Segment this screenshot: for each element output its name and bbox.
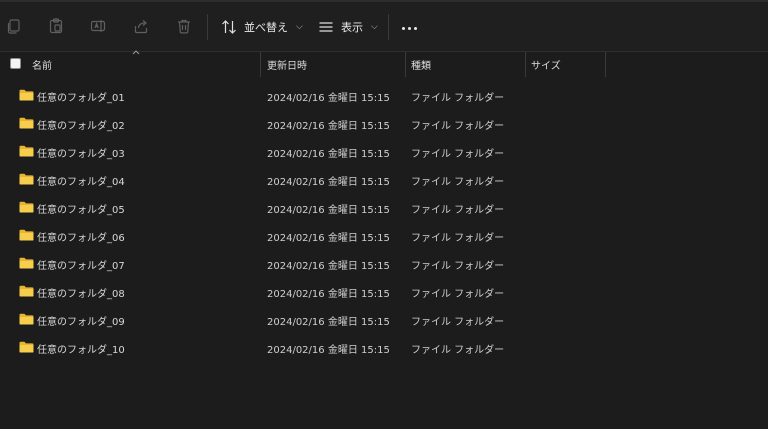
file-modified: 2024/02/16 金曜日 15:15	[267, 121, 390, 132]
folder-icon	[19, 89, 34, 101]
file-type: ファイル フォルダー	[411, 93, 505, 104]
folder-icon	[19, 313, 34, 325]
select-all-checkbox[interactable]	[10, 58, 21, 69]
view-icon	[319, 22, 333, 32]
file-type: ファイル フォルダー	[411, 177, 505, 188]
chevron-down-icon: ⌵	[296, 22, 303, 32]
table-row[interactable]: 任意のフォルダ_06 2024/02/16 金曜日 15:15 ファイル フォルダー	[0, 221, 768, 249]
table-row[interactable]: 任意のフォルダ_01 2024/02/16 金曜日 15:15 ファイル フォルダー	[0, 81, 768, 109]
file-name: 任意のフォルダ_07	[37, 261, 125, 272]
file-name: 任意のフォルダ_01	[37, 93, 125, 104]
column-divider[interactable]	[405, 52, 406, 77]
folder-icon	[19, 341, 34, 353]
file-type: ファイル フォルダー	[411, 289, 505, 300]
file-name: 任意のフォルダ_04	[37, 177, 125, 188]
table-row[interactable]: 任意のフォルダ_04 2024/02/16 金曜日 15:15 ファイル フォルダー	[0, 165, 768, 193]
file-name: 任意のフォルダ_06	[37, 233, 125, 244]
table-row[interactable]: 任意のフォルダ_10 2024/02/16 金曜日 15:15 ファイル フォルダー	[0, 333, 768, 361]
folder-icon	[19, 173, 34, 185]
file-modified: 2024/02/16 金曜日 15:15	[267, 177, 390, 188]
command-bar: 並べ替え ⌵ 表示 ⌵	[0, 2, 768, 52]
view-button[interactable]: 表示 ⌵	[317, 16, 378, 38]
file-modified: 2024/02/16 金曜日 15:15	[267, 233, 390, 244]
file-modified: 2024/02/16 金曜日 15:15	[267, 345, 390, 356]
file-type: ファイル フォルダー	[411, 345, 505, 356]
file-type: ファイル フォルダー	[411, 121, 505, 132]
file-type: ファイル フォルダー	[411, 205, 505, 216]
column-header-name[interactable]: 名前	[32, 52, 52, 77]
file-modified: 2024/02/16 金曜日 15:15	[267, 317, 390, 328]
file-name: 任意のフォルダ_10	[37, 345, 125, 356]
folder-icon	[19, 201, 34, 213]
file-modified: 2024/02/16 金曜日 15:15	[267, 93, 390, 104]
toolbar-separator	[207, 14, 208, 40]
view-label: 表示	[341, 21, 363, 34]
sort-label: 並べ替え	[244, 21, 288, 34]
file-type: ファイル フォルダー	[411, 317, 505, 328]
file-type: ファイル フォルダー	[411, 149, 505, 160]
file-name: 任意のフォルダ_02	[37, 121, 125, 132]
folder-icon	[19, 257, 34, 269]
file-modified: 2024/02/16 金曜日 15:15	[267, 205, 390, 216]
share-icon[interactable]	[132, 17, 150, 35]
file-name: 任意のフォルダ_09	[37, 317, 125, 328]
table-row[interactable]: 任意のフォルダ_03 2024/02/16 金曜日 15:15 ファイル フォルダー	[0, 137, 768, 165]
column-divider[interactable]	[260, 52, 261, 77]
file-modified: 2024/02/16 金曜日 15:15	[267, 289, 390, 300]
table-row[interactable]: 任意のフォルダ_07 2024/02/16 金曜日 15:15 ファイル フォルダー	[0, 249, 768, 277]
sort-icon	[222, 20, 236, 34]
column-header-type[interactable]: 種類	[411, 52, 431, 77]
file-name: 任意のフォルダ_03	[37, 149, 125, 160]
column-header-size[interactable]: サイズ	[531, 52, 561, 77]
more-icon[interactable]	[402, 27, 417, 30]
file-name: 任意のフォルダ_08	[37, 289, 125, 300]
file-modified: 2024/02/16 金曜日 15:15	[267, 261, 390, 272]
table-row[interactable]: 任意のフォルダ_02 2024/02/16 金曜日 15:15 ファイル フォルダー	[0, 109, 768, 137]
copy-icon[interactable]	[5, 17, 23, 35]
paste-icon[interactable]	[47, 17, 65, 35]
table-row[interactable]: 任意のフォルダ_08 2024/02/16 金曜日 15:15 ファイル フォルダー	[0, 277, 768, 305]
folder-icon	[19, 145, 34, 157]
file-type: ファイル フォルダー	[411, 233, 505, 244]
folder-icon	[19, 117, 34, 129]
folder-icon	[19, 285, 34, 297]
sort-ascending-icon	[132, 50, 140, 55]
table-row[interactable]: 任意のフォルダ_05 2024/02/16 金曜日 15:15 ファイル フォルダー	[0, 193, 768, 221]
column-divider[interactable]	[525, 52, 526, 77]
table-row[interactable]: 任意のフォルダ_09 2024/02/16 金曜日 15:15 ファイル フォルダー	[0, 305, 768, 333]
folder-icon	[19, 229, 34, 241]
toolbar-separator	[388, 14, 389, 40]
delete-icon[interactable]	[175, 17, 193, 35]
file-name: 任意のフォルダ_05	[37, 205, 125, 216]
column-divider[interactable]	[605, 52, 606, 77]
chevron-down-icon: ⌵	[371, 22, 378, 32]
rename-icon[interactable]	[89, 17, 107, 35]
file-modified: 2024/02/16 金曜日 15:15	[267, 149, 390, 160]
sort-button[interactable]: 並べ替え ⌵	[220, 16, 303, 38]
column-header-modified[interactable]: 更新日時	[267, 52, 307, 77]
file-type: ファイル フォルダー	[411, 261, 505, 272]
